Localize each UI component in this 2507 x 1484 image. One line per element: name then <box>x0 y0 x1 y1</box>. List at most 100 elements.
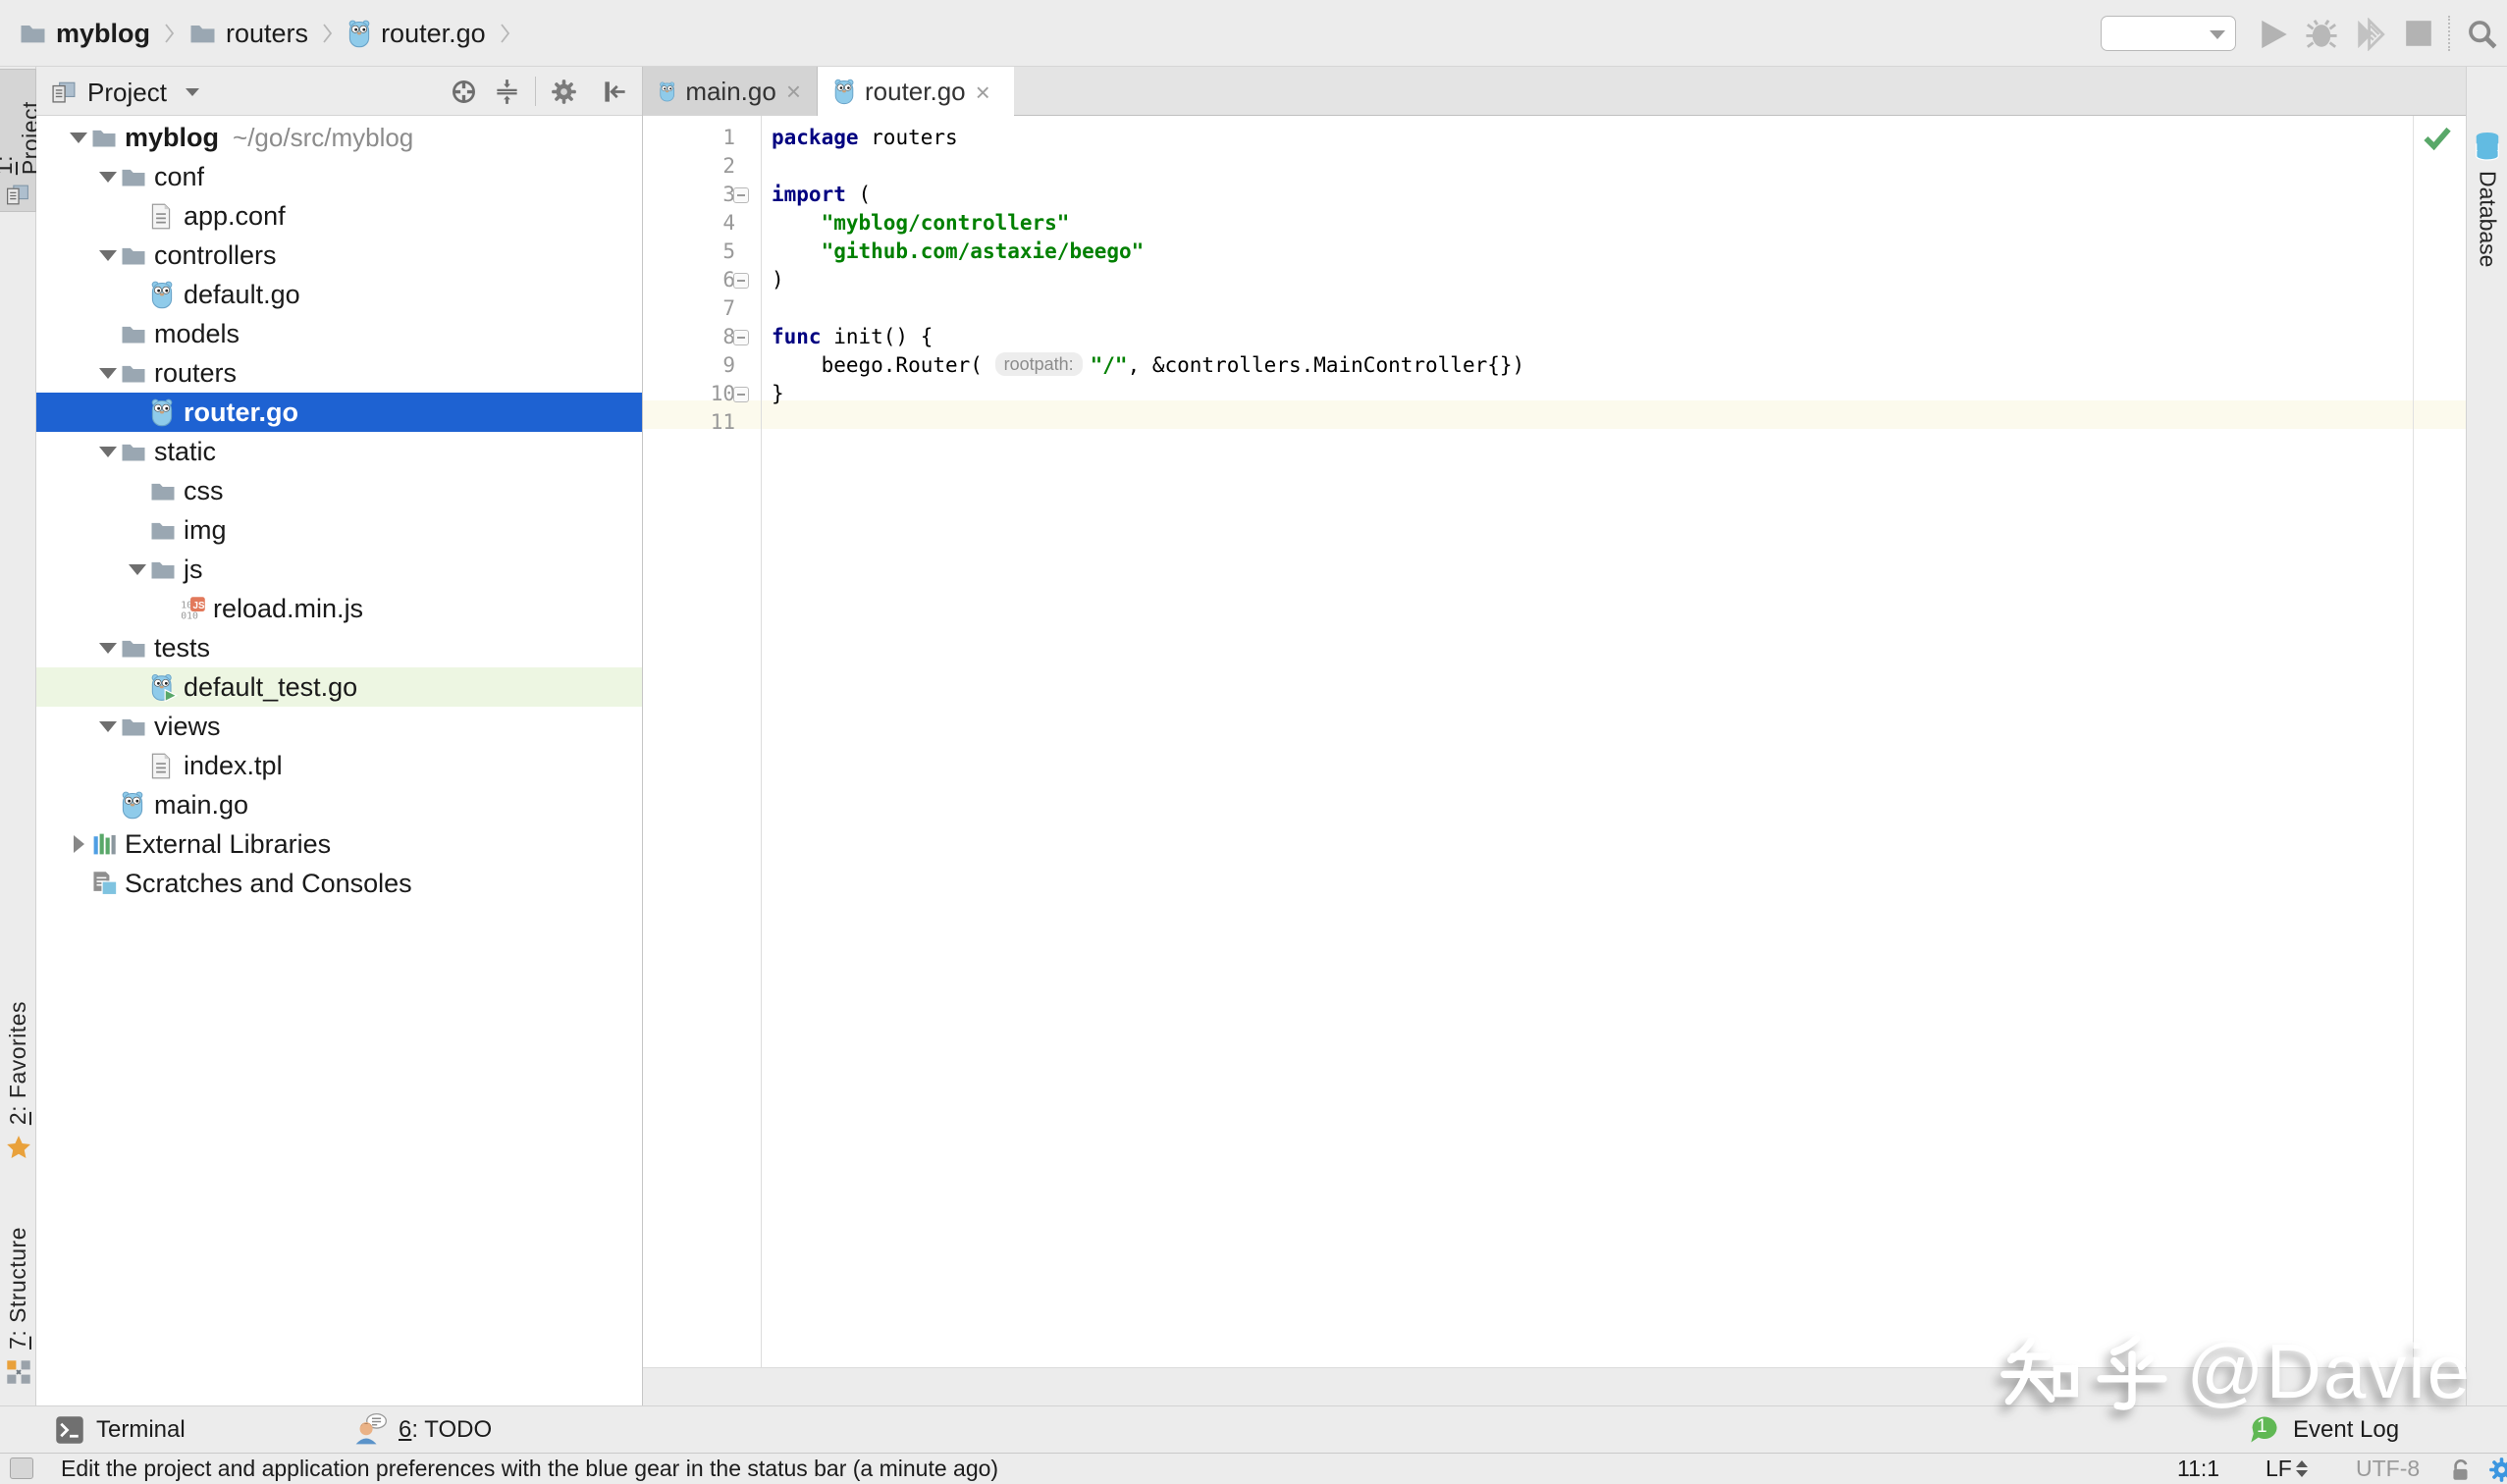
folder-icon <box>121 441 146 463</box>
scratches-icon <box>91 871 118 897</box>
tree-item-default-test-go[interactable]: default_test.go <box>36 667 642 707</box>
tree-item-index-tpl[interactable]: index.tpl <box>36 746 642 785</box>
chevron-right-icon <box>164 22 176 45</box>
project-panel-title[interactable]: Project <box>87 78 167 108</box>
editor-tab-router-go-active[interactable]: router.go × <box>818 67 1014 117</box>
expand-arrow-icon[interactable] <box>99 643 117 654</box>
project-tree: myblog ~/go/src/myblog conf app.conf con… <box>36 118 642 1405</box>
close-tab-icon[interactable]: × <box>976 80 990 105</box>
template-file-icon <box>150 753 172 779</box>
settings-gear-button[interactable] <box>551 79 577 105</box>
expand-arrow-icon[interactable] <box>99 447 117 457</box>
expand-arrow-icon[interactable] <box>99 250 117 261</box>
code-line: 1 package routers <box>643 124 2466 152</box>
project-panel-header: Project <box>36 67 642 116</box>
editor-tab-label: router.go <box>865 77 966 107</box>
tree-item-default-go[interactable]: default.go <box>36 275 642 314</box>
event-count-badge: 1 <box>2257 1416 2267 1438</box>
editor-tab-bar: main.go × router.go × <box>643 67 2466 116</box>
event-log-button[interactable]: 1 Event Log <box>2248 1406 2399 1454</box>
breadcrumb-item-routers[interactable]: routers <box>226 19 308 49</box>
line-ending-arrows-icon <box>2296 1460 2308 1477</box>
tool-window-button-todo[interactable]: 6: TODO <box>353 1406 492 1454</box>
horizontal-scrollbar-track[interactable] <box>643 1367 2466 1405</box>
tool-window-tab-favorites-label: 2: Favorites <box>5 1001 31 1125</box>
config-file-icon <box>150 203 172 230</box>
tree-item-external-libraries[interactable]: External Libraries <box>36 824 642 864</box>
encoding-widget[interactable]: UTF-8 <box>2356 1454 2420 1484</box>
stop-button[interactable] <box>2403 18 2434 49</box>
breadcrumb-item-router-go[interactable]: router.go <box>381 19 486 49</box>
tool-window-tab-database[interactable]: Database <box>2467 132 2507 267</box>
tree-item-static[interactable]: static <box>36 432 642 471</box>
collapsed-arrow-icon[interactable] <box>74 835 84 853</box>
tree-item-img[interactable]: img <box>36 510 642 550</box>
code-line: 3 import ( <box>643 181 2466 209</box>
breadcrumb-item-myblog[interactable]: myblog <box>56 19 150 49</box>
caret-position-widget[interactable]: 11:1 <box>2177 1454 2219 1484</box>
tree-item-routers[interactable]: routers <box>36 353 642 393</box>
line-number: 11 <box>643 408 761 437</box>
tree-item-js[interactable]: js <box>36 550 642 589</box>
tree-item-myblog[interactable]: myblog ~/go/src/myblog <box>36 118 642 157</box>
folder-icon <box>150 558 176 581</box>
code-line: 10 } <box>643 380 2466 408</box>
code-line: 8 func init() { <box>643 323 2466 351</box>
line-ending-widget[interactable]: LF <box>2266 1454 2308 1484</box>
tree-item-scratches-and-consoles[interactable]: Scratches and Consoles <box>36 864 642 903</box>
tree-item-tests[interactable]: tests <box>36 628 642 667</box>
run-with-coverage-button[interactable] <box>2354 18 2387 51</box>
run-configuration-select[interactable] <box>2101 16 2236 51</box>
lock-unlocked-icon[interactable] <box>2449 1458 2473 1483</box>
project-path-hint: ~/go/src/myblog <box>233 123 413 153</box>
go-file-icon <box>347 20 371 48</box>
expand-arrow-icon[interactable] <box>99 368 117 379</box>
line-number: 1 <box>643 124 761 152</box>
expand-arrow-icon[interactable] <box>70 132 87 143</box>
tree-item-router-go-selected[interactable]: router.go <box>36 393 642 432</box>
tool-window-tab-structure[interactable]: 7: Structure <box>0 1227 36 1404</box>
line-number: 4 <box>643 209 761 238</box>
search-everywhere-icon[interactable] <box>2466 18 2499 51</box>
tree-item-css[interactable]: css <box>36 471 642 510</box>
gear-settings-icon[interactable] <box>2488 1457 2507 1483</box>
chevron-down-icon[interactable] <box>186 88 199 96</box>
tool-window-quick-access-button[interactable] <box>10 1458 33 1479</box>
code-editor[interactable]: 1 package routers 2 3 import ( 4 "myblog… <box>643 116 2466 1367</box>
expand-arrow-icon[interactable] <box>99 721 117 732</box>
chevron-right-icon <box>322 22 334 45</box>
expand-arrow-icon[interactable] <box>129 564 146 575</box>
hide-panel-button[interactable] <box>602 79 628 105</box>
folder-icon <box>189 22 216 45</box>
go-file-icon <box>833 79 855 105</box>
fold-region-start-icon[interactable] <box>733 187 749 203</box>
tool-window-tab-project[interactable]: 1: Project <box>0 69 36 212</box>
tree-item-views[interactable]: views <box>36 707 642 746</box>
editor-tab-main-go[interactable]: main.go × <box>643 67 818 116</box>
project-tool-window-icon <box>6 183 29 205</box>
fold-region-end-icon[interactable] <box>733 273 749 289</box>
terminal-label: Terminal <box>96 1416 186 1444</box>
locate-file-button[interactable] <box>451 79 477 105</box>
todo-label: 6: TODO <box>399 1416 492 1444</box>
tool-window-button-terminal[interactable]: Terminal <box>55 1406 186 1454</box>
fold-region-start-icon[interactable] <box>733 330 749 345</box>
run-button[interactable] <box>2258 18 2291 51</box>
status-message: Edit the project and application prefere… <box>61 1454 998 1484</box>
fold-region-end-icon[interactable] <box>733 387 749 402</box>
folder-icon <box>150 519 176 542</box>
tool-window-tab-favorites[interactable]: 2: Favorites <box>0 1001 36 1190</box>
debug-button[interactable] <box>2305 18 2338 51</box>
tree-item-controllers[interactable]: controllers <box>36 236 642 275</box>
tree-item-reload-min-js[interactable]: reload.min.js <box>36 589 642 628</box>
tree-item-conf[interactable]: conf <box>36 157 642 196</box>
tree-item-app-conf[interactable]: app.conf <box>36 196 642 236</box>
tree-item-main-go[interactable]: main.go <box>36 785 642 824</box>
close-tab-icon[interactable]: × <box>786 79 801 104</box>
tree-item-models[interactable]: models <box>36 314 642 353</box>
code-line: 4 "myblog/controllers" <box>643 209 2466 238</box>
expand-arrow-icon[interactable] <box>99 172 117 183</box>
right-tool-window-stripe: Database <box>2466 67 2507 1405</box>
collapse-all-button[interactable] <box>494 79 520 105</box>
toolbar-separator <box>2448 16 2450 51</box>
